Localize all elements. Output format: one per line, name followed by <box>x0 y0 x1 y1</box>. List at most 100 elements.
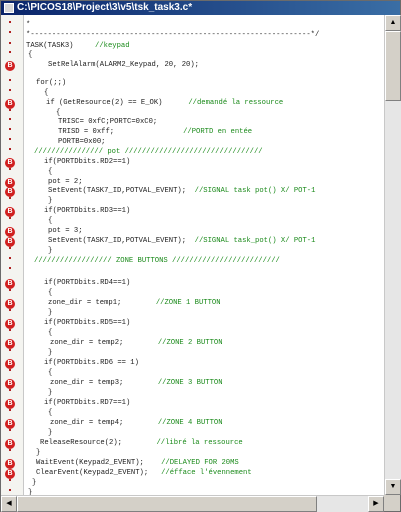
code-line[interactable]: zone_dir = temp1; //ZONE 1 BUTTON <box>48 297 221 309</box>
vertical-scroll-thumb[interactable] <box>385 31 401 101</box>
line-marker-dot[interactable] <box>9 21 11 23</box>
code-text: if(PORTDbits.RD5==1) <box>44 319 131 327</box>
code-comment: //PORTD en entée <box>183 128 253 136</box>
code-comment: //DELAYED FOR 20MS <box>161 459 239 467</box>
breakpoint-icon[interactable]: B <box>5 439 15 449</box>
line-marker-dot[interactable] <box>9 89 11 91</box>
line-marker-dot[interactable] <box>9 389 11 391</box>
scroll-right-arrow-icon[interactable]: ▶ <box>368 496 384 512</box>
breakpoint-icon[interactable]: B <box>5 207 15 217</box>
line-marker-dot[interactable] <box>9 109 11 111</box>
horizontal-scrollbar[interactable]: ◀ ▶ <box>1 495 384 512</box>
line-marker-dot[interactable] <box>9 168 11 170</box>
scroll-left-arrow-icon[interactable]: ◀ <box>1 496 17 512</box>
window-title: C:\PICOS18\Project\3\v5\tsk_task3.c* <box>17 2 193 13</box>
breakpoint-gutter[interactable]: BBBBBBBBBBBBBBBBBBB <box>1 15 24 495</box>
line-marker-dot[interactable] <box>9 128 11 130</box>
code-comment: //ZONE 1 BUTTON <box>155 299 221 307</box>
breakpoint-icon[interactable]: B <box>5 61 15 71</box>
code-line[interactable]: ClearEvent(Keypad2_EVENT); //éfface l'év… <box>36 467 252 479</box>
breakpoint-icon[interactable]: B <box>5 158 15 168</box>
code-text: TRISD = 0xff; <box>58 128 184 136</box>
line-marker-dot[interactable] <box>9 409 11 411</box>
code-line[interactable]: ReleaseResource(2); //libré la ressource <box>40 437 243 449</box>
code-text: zone_dir = temp1; <box>48 299 156 307</box>
line-marker-dot[interactable] <box>9 289 11 291</box>
line-marker-dot[interactable] <box>9 257 11 259</box>
code-text: for(;;) <box>36 79 67 87</box>
breakpoint-icon[interactable]: B <box>5 379 15 389</box>
code-line[interactable]: TASK(TASK3) //keypad <box>26 40 130 52</box>
scroll-up-arrow-icon[interactable]: ▲ <box>385 15 401 31</box>
code-line[interactable]: if(PORTDbits.RD6 == 1) <box>44 357 139 369</box>
line-marker-dot[interactable] <box>9 118 11 120</box>
horizontal-scroll-thumb[interactable] <box>17 496 317 512</box>
breakpoint-icon[interactable]: B <box>5 319 15 329</box>
line-marker-dot[interactable] <box>9 479 11 481</box>
code-comment: //////////////// pot ///////////////////… <box>34 148 263 156</box>
breakpoint-icon[interactable]: B <box>5 237 15 247</box>
code-comment: //SIGNAL task_pot() X/ POT-1 <box>194 237 316 245</box>
line-marker-dot[interactable] <box>9 197 11 199</box>
line-marker-dot[interactable] <box>9 349 11 351</box>
code-line[interactable]: for(;;) <box>36 77 66 89</box>
code-line[interactable]: zone_dir = temp4; //ZONE 4 BUTTON <box>50 417 223 429</box>
code-text: } <box>48 429 53 437</box>
code-line[interactable]: SetEvent(TASK7_ID,POTVAL_EVENT); //SIGNA… <box>48 235 315 247</box>
line-marker-dot[interactable] <box>9 449 11 451</box>
line-marker-dot[interactable] <box>9 247 11 249</box>
breakpoint-icon[interactable]: B <box>5 469 15 479</box>
title-bar[interactable]: C:\PICOS18\Project\3\v5\tsk_task3.c* <box>1 1 400 15</box>
code-line[interactable]: zone_dir = temp2; //ZONE 2 BUTTON <box>50 337 223 349</box>
line-marker-dot[interactable] <box>9 79 11 81</box>
code-comment: //keypad <box>95 42 130 50</box>
breakpoint-icon[interactable]: B <box>5 339 15 349</box>
code-line[interactable]: { <box>28 49 32 61</box>
code-text: { <box>48 409 53 417</box>
code-line[interactable]: if (GetResource(2) == E_OK) //demandé la… <box>46 97 283 109</box>
code-line[interactable]: if(PORTDbits.RD7==1) <box>44 397 130 409</box>
line-marker-dot[interactable] <box>9 489 11 491</box>
breakpoint-icon[interactable]: B <box>5 279 15 289</box>
line-marker-dot[interactable] <box>9 429 11 431</box>
code-text: if(PORTDbits.RD4==1) <box>44 279 131 287</box>
code-text: { <box>48 168 53 176</box>
breakpoint-icon[interactable]: B <box>5 359 15 369</box>
breakpoint-icon[interactable]: B <box>5 99 15 109</box>
line-marker-dot[interactable] <box>9 31 11 33</box>
line-marker-dot[interactable] <box>9 267 11 269</box>
line-marker-dot[interactable] <box>9 148 11 150</box>
code-text: SetEvent(TASK7_ID,POTVAL_EVENT); <box>48 187 195 195</box>
breakpoint-icon[interactable]: B <box>5 187 15 197</box>
breakpoint-icon[interactable]: B <box>5 227 15 237</box>
code-line[interactable]: if(PORTDbits.RD5==1) <box>44 317 130 329</box>
code-line[interactable]: ////////////////// ZONE BUTTONS ////////… <box>34 255 280 267</box>
code-line[interactable]: SetRelAlarm(ALARM2_Keypad, 20, 20); <box>48 59 199 71</box>
code-text: zone_dir = temp3; <box>50 379 158 387</box>
code-line[interactable]: zone_dir = temp3; //ZONE 3 BUTTON <box>50 377 223 389</box>
breakpoint-icon[interactable]: B <box>5 459 15 469</box>
code-comment: //ZONE 3 BUTTON <box>157 379 223 387</box>
line-marker-dot[interactable] <box>9 329 11 331</box>
code-line[interactable]: if(PORTDbits.RD4==1) <box>44 277 130 289</box>
code-editor[interactable]: * *--------------------------------------… <box>24 15 383 495</box>
code-text: } <box>48 349 53 357</box>
line-marker-dot[interactable] <box>9 138 11 140</box>
breakpoint-icon[interactable]: B <box>5 419 15 429</box>
breakpoint-icon[interactable]: B <box>5 299 15 309</box>
line-marker-dot[interactable] <box>9 309 11 311</box>
code-line[interactable]: if(PORTDbits.RD2==1) <box>44 156 130 168</box>
scroll-down-arrow-icon[interactable]: ▼ <box>385 479 401 495</box>
vertical-scrollbar[interactable]: ▲ ▼ <box>384 15 401 495</box>
code-line[interactable]: } <box>28 487 32 495</box>
code-line[interactable]: SetEvent(TASK7_ID,POTVAL_EVENT); //SIGNA… <box>48 185 315 197</box>
line-marker-dot[interactable] <box>9 51 11 53</box>
line-marker-dot[interactable] <box>9 369 11 371</box>
code-text: PORTB=0x00; <box>58 138 106 146</box>
line-marker-dot[interactable] <box>9 217 11 219</box>
code-line[interactable]: if(PORTDbits.RD3==1) <box>44 205 130 217</box>
line-marker-dot[interactable] <box>9 42 11 44</box>
code-text: } <box>48 309 53 317</box>
breakpoint-icon[interactable]: B <box>5 399 15 409</box>
code-line[interactable]: } <box>32 477 36 489</box>
